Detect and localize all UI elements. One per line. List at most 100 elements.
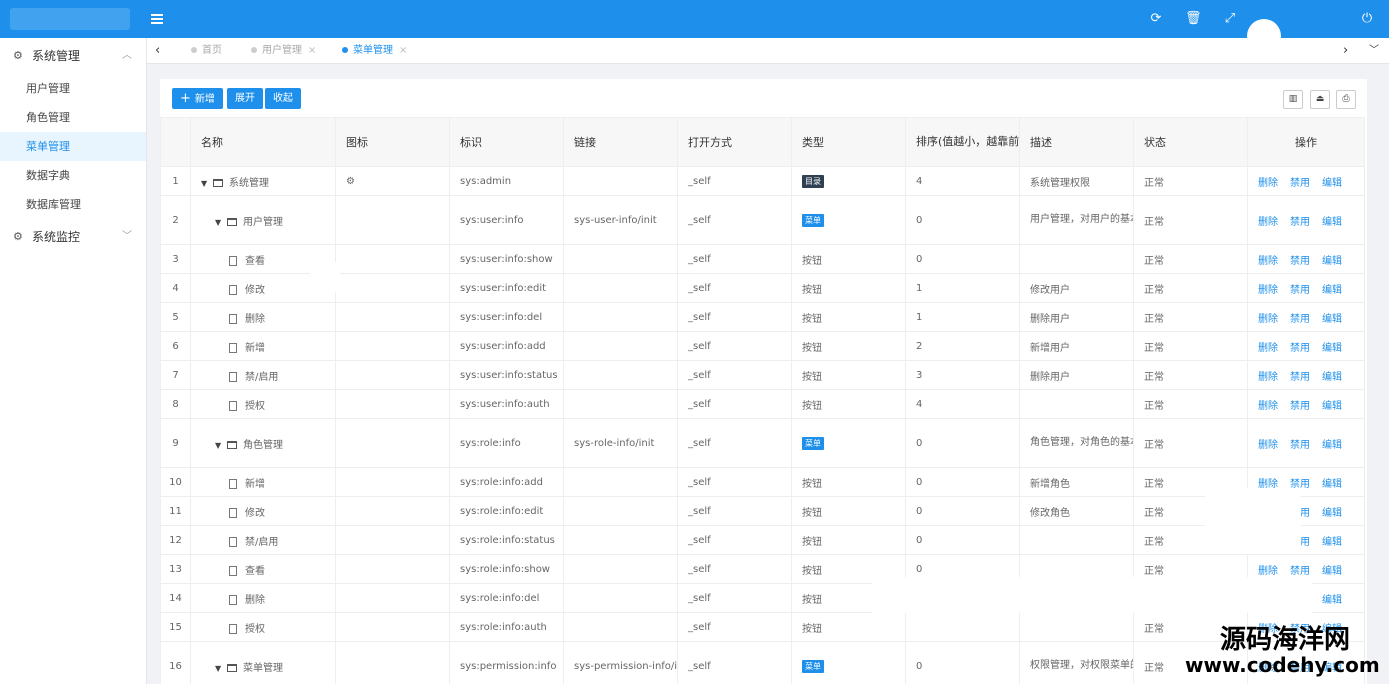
file-icon [229,507,237,518]
edit-link[interactable]: 编辑 [1322,401,1342,412]
file-icon [229,478,237,489]
edit-link[interactable]: 编辑 [1322,217,1342,228]
tabs-scroll-right-icon[interactable]: › [1343,38,1348,64]
row-status: 正常 [1133,418,1248,468]
tabs-scroll-left-icon[interactable]: ‹ [155,38,160,64]
file-icon [229,400,237,411]
sidebar-item-data-dictionary[interactable]: 数据字典 [0,161,146,190]
delete-link[interactable]: 删除 [1258,440,1278,451]
row-code: sys:role:info:status [449,525,564,555]
edit-link[interactable]: 编辑 [1322,314,1342,325]
chevron-down-icon: ﹀ [122,231,132,242]
file-icon [229,623,237,634]
edit-link[interactable]: 编辑 [1322,256,1342,267]
tab-label: 首页 [202,45,222,56]
refresh-icon[interactable]: ⟳ [1148,11,1164,27]
disable-link[interactable]: 禁用 [1290,217,1310,228]
delete-link[interactable]: 删除 [1258,217,1278,228]
row-icon-cell [335,273,450,303]
row-description [1019,612,1134,642]
menu-toggle-icon[interactable] [151,14,163,24]
disable-link[interactable]: 禁用 [1290,314,1310,325]
row-index: 1 [160,166,191,196]
edit-link[interactable]: 编辑 [1322,440,1342,451]
row-type-badge: 按钮 [802,255,822,267]
delete-link[interactable]: 删除 [1258,372,1278,383]
edit-link[interactable]: 编辑 [1322,508,1342,519]
row-index: 14 [160,583,191,613]
columns-filter-icon[interactable]: ▥ [1283,90,1303,109]
row-sort: 0 [905,195,1020,245]
chevron-down-icon[interactable]: ﹀ [1369,38,1379,64]
trash-icon[interactable]: 🗑 [1185,11,1202,27]
row-name-cell: ▼ 用户管理 [190,195,336,245]
disable-link[interactable]: 禁用 [1290,256,1310,267]
row-link [563,389,678,419]
row-index: 3 [160,244,191,274]
caret-down-icon[interactable]: ▼ [201,179,211,188]
row-code: sys:role:info:del [449,583,564,613]
row-target: _self [677,273,792,303]
fullscreen-icon[interactable]: ⤢ [1222,11,1238,27]
disable-link[interactable]: 禁用 [1290,566,1310,577]
disable-link[interactable]: 禁用 [1290,285,1310,296]
disable-link[interactable]: 禁用 [1290,440,1310,451]
sidebar-item-database-admin[interactable]: 数据库管理 [0,190,146,219]
sidebar-item-menu-admin[interactable]: 菜单管理 [0,132,146,161]
row-code: sys:admin [449,166,564,196]
row-type-badge: 按钮 [802,507,822,519]
folder-icon [227,663,237,672]
print-icon[interactable]: ⎙ [1336,90,1356,109]
delete-link[interactable]: 删除 [1258,178,1278,189]
delete-link[interactable]: 删除 [1258,343,1278,354]
row-index: 7 [160,360,191,390]
row-index: 5 [160,302,191,332]
delete-link[interactable]: 删除 [1258,314,1278,325]
caret-down-icon[interactable]: ▼ [215,218,225,227]
edit-link[interactable]: 编辑 [1322,178,1342,189]
sidebar-group-system-monitor[interactable]: ⚙ 系统监控 ﹀ [0,219,146,255]
sidebar-item-user-admin[interactable]: 用户管理 [0,74,146,103]
disable-link[interactable]: 禁用 [1290,343,1310,354]
table-row: 11修改sys:role:info:edit_self按钮0修改角色正常删除禁用… [160,496,1365,526]
power-icon[interactable]: ⏻ [1359,11,1375,27]
expand-button[interactable]: 展开 [227,88,263,109]
table-row: 15 授权 sys:role:info:auth _self 按钮 正常 删除 禁用 编辑 [160,612,1365,642]
row-target: _self [677,496,792,526]
close-icon[interactable]: × [308,45,316,56]
delete-link[interactable]: 删除 [1258,285,1278,296]
row-name-cell: 禁/启用 [190,360,336,390]
edit-link[interactable]: 编辑 [1322,372,1342,383]
row-code: sys:user:info:status [449,360,564,390]
delete-link[interactable]: 删除 [1258,256,1278,267]
row-name: 删除 [245,313,265,325]
table-row: 6 新增 sys:user:info:add _self 按钮 2 新增用户 正常 删除 禁用 编辑 [160,331,1365,361]
collapse-button[interactable]: 收起 [265,88,301,109]
row-type-badge: 按钮 [802,536,822,548]
edit-link[interactable]: 编辑 [1322,343,1342,354]
row-code: sys:permission:info [449,641,564,684]
edit-link[interactable]: 编辑 [1322,595,1342,606]
table-row: 5 删除 sys:user:info:del _self 按钮 1 删除用户 正常 删除 禁用 编辑 [160,302,1365,332]
row-type-cell: 按钮 [791,302,906,332]
row-type-cell: 按钮 [791,612,906,642]
export-icon[interactable]: ⏏ [1310,90,1330,109]
edit-link[interactable]: 编辑 [1322,566,1342,577]
tab-menu-admin[interactable]: 菜单管理 × [342,38,407,64]
close-icon[interactable]: × [399,45,407,56]
edit-link[interactable]: 编辑 [1322,285,1342,296]
caret-down-icon[interactable]: ▼ [215,441,225,450]
tab-user-admin[interactable]: 用户管理 × [251,38,316,64]
sidebar-item-role-admin[interactable]: 角色管理 [0,103,146,132]
delete-link[interactable]: 删除 [1258,566,1278,577]
disable-link[interactable]: 禁用 [1290,401,1310,412]
disable-link[interactable]: 禁用 [1290,372,1310,383]
tab-home[interactable]: 首页 [191,38,222,64]
edit-link[interactable]: 编辑 [1322,479,1342,490]
sidebar-group-system-admin[interactable]: ⚙ 系统管理 ︿ [0,38,146,74]
caret-down-icon[interactable]: ▼ [215,664,225,673]
add-button[interactable]: + 新增 [172,88,223,109]
edit-link[interactable]: 编辑 [1322,537,1342,548]
disable-link[interactable]: 禁用 [1290,178,1310,189]
delete-link[interactable]: 删除 [1258,401,1278,412]
